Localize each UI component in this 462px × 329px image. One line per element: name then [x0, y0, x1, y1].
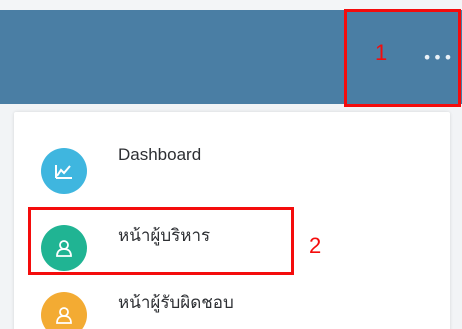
more-options-button[interactable]: •••	[422, 48, 454, 68]
user-icon	[41, 225, 87, 271]
app-window: ••• Dashboard หน้าผู้บริหาร หน้าผู้รับผิ…	[0, 0, 462, 329]
menu-item-label: หน้าผู้รับผิดชอบ	[118, 293, 234, 312]
menu-item-executive[interactable]: หน้าผู้บริหาร	[14, 211, 450, 275]
header-bar: •••	[0, 10, 462, 104]
chart-line-icon	[41, 148, 87, 194]
user-icon	[41, 292, 87, 329]
annotation-label-2: 2	[309, 233, 322, 258]
menu-item-label: Dashboard	[118, 145, 202, 164]
menu-item-dashboard[interactable]: Dashboard	[14, 134, 450, 198]
annotation-label-1: 1	[375, 40, 388, 65]
more-horizontal-icon: •••	[422, 48, 454, 67]
menu-item-responsible[interactable]: หน้าผู้รับผิดชอบ	[14, 278, 450, 329]
menu-item-label: หน้าผู้บริหาร	[118, 226, 211, 245]
dropdown-menu: Dashboard หน้าผู้บริหาร หน้าผู้รับผิดชอบ	[14, 112, 450, 329]
top-strip	[0, 0, 462, 10]
